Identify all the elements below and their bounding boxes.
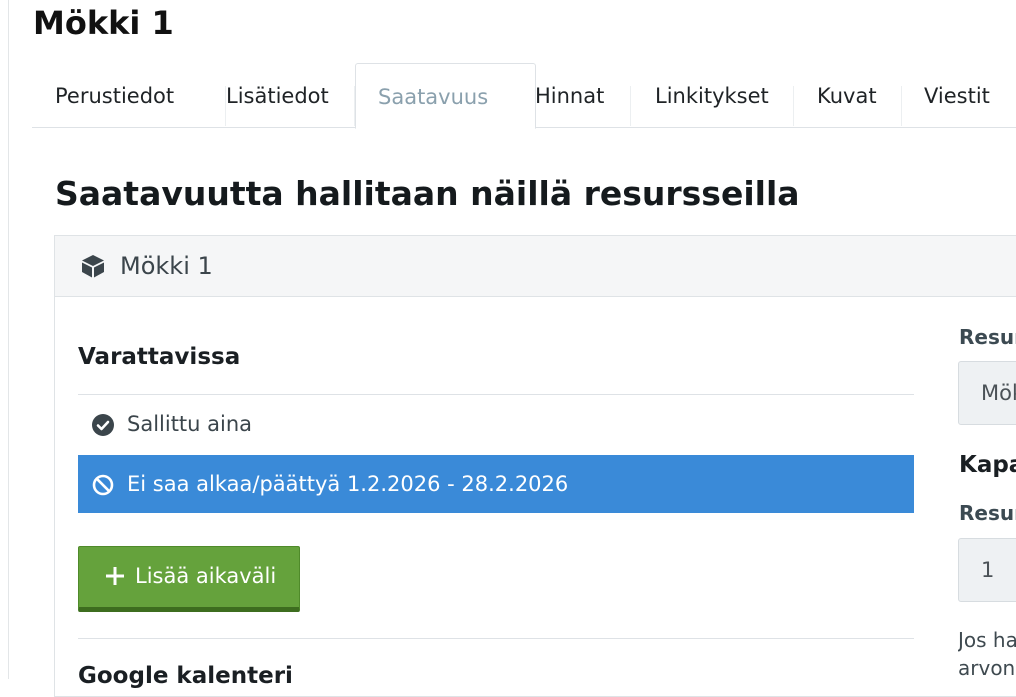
resource-name-input[interactable]: Mökki 1: [958, 361, 1016, 425]
tab-linkitykset[interactable]: Linkitykset: [630, 63, 794, 127]
resource-panel-header[interactable]: Mökki 1: [55, 236, 1016, 297]
plus-icon: [106, 567, 124, 585]
capacity-input[interactable]: 1: [958, 538, 1016, 602]
tab-bar: Perustiedot Lisätiedot Saatavuus Hinnat …: [32, 63, 1016, 129]
capacity-label: Resurssin kapasiteetti: [959, 501, 1016, 525]
ban-icon: [92, 474, 114, 496]
tab-kuvat[interactable]: Kuvat: [793, 63, 902, 127]
help-text-line: arvon: [958, 656, 1016, 679]
google-calendar-title: Google kalenteri: [78, 663, 293, 689]
tab-hinnat[interactable]: Hinnat: [513, 63, 631, 127]
page-title: Mökki 1: [33, 4, 174, 42]
check-circle-icon: [92, 414, 114, 436]
capacity-help-text: Jos haluat arvon: [958, 626, 1016, 679]
add-time-range-label: Lisää aikaväli: [135, 564, 277, 588]
cube-icon: [82, 255, 104, 278]
availability-rule-label: Sallittu aina: [127, 412, 253, 436]
resource-name: Mökki 1: [120, 252, 213, 280]
tab-saatavuus[interactable]: Saatavuus: [355, 63, 536, 129]
availability-rule-allowed[interactable]: Sallittu aina: [78, 395, 914, 453]
availability-rule-label: Ei saa alkaa/päättyä 1.2.2026 - 28.2.202…: [127, 472, 569, 496]
tab-viestit[interactable]: Viestit: [901, 63, 1016, 127]
tab-lisatiedot[interactable]: Lisätiedot: [202, 63, 355, 127]
tab-perustiedot[interactable]: Perustiedot: [32, 63, 226, 127]
help-text-line: Jos haluat: [958, 628, 1016, 652]
resource-name-label: Resurssin nimi: [959, 325, 1016, 349]
resource-settings-column: Resurssin nimi Mökki 1 Kapasiteetti Resu…: [958, 300, 1016, 679]
availability-rule-blocked[interactable]: Ei saa alkaa/päättyä 1.2.2026 - 28.2.202…: [78, 455, 914, 513]
divider: [78, 638, 914, 639]
section-title: Saatavuutta hallitaan näillä resursseill…: [55, 174, 800, 213]
add-time-range-button[interactable]: Lisää aikaväli: [78, 546, 300, 612]
availability-title: Varattavissa: [78, 344, 241, 370]
page-left-border: [8, 0, 9, 679]
capacity-title: Kapasiteetti: [959, 452, 1016, 478]
